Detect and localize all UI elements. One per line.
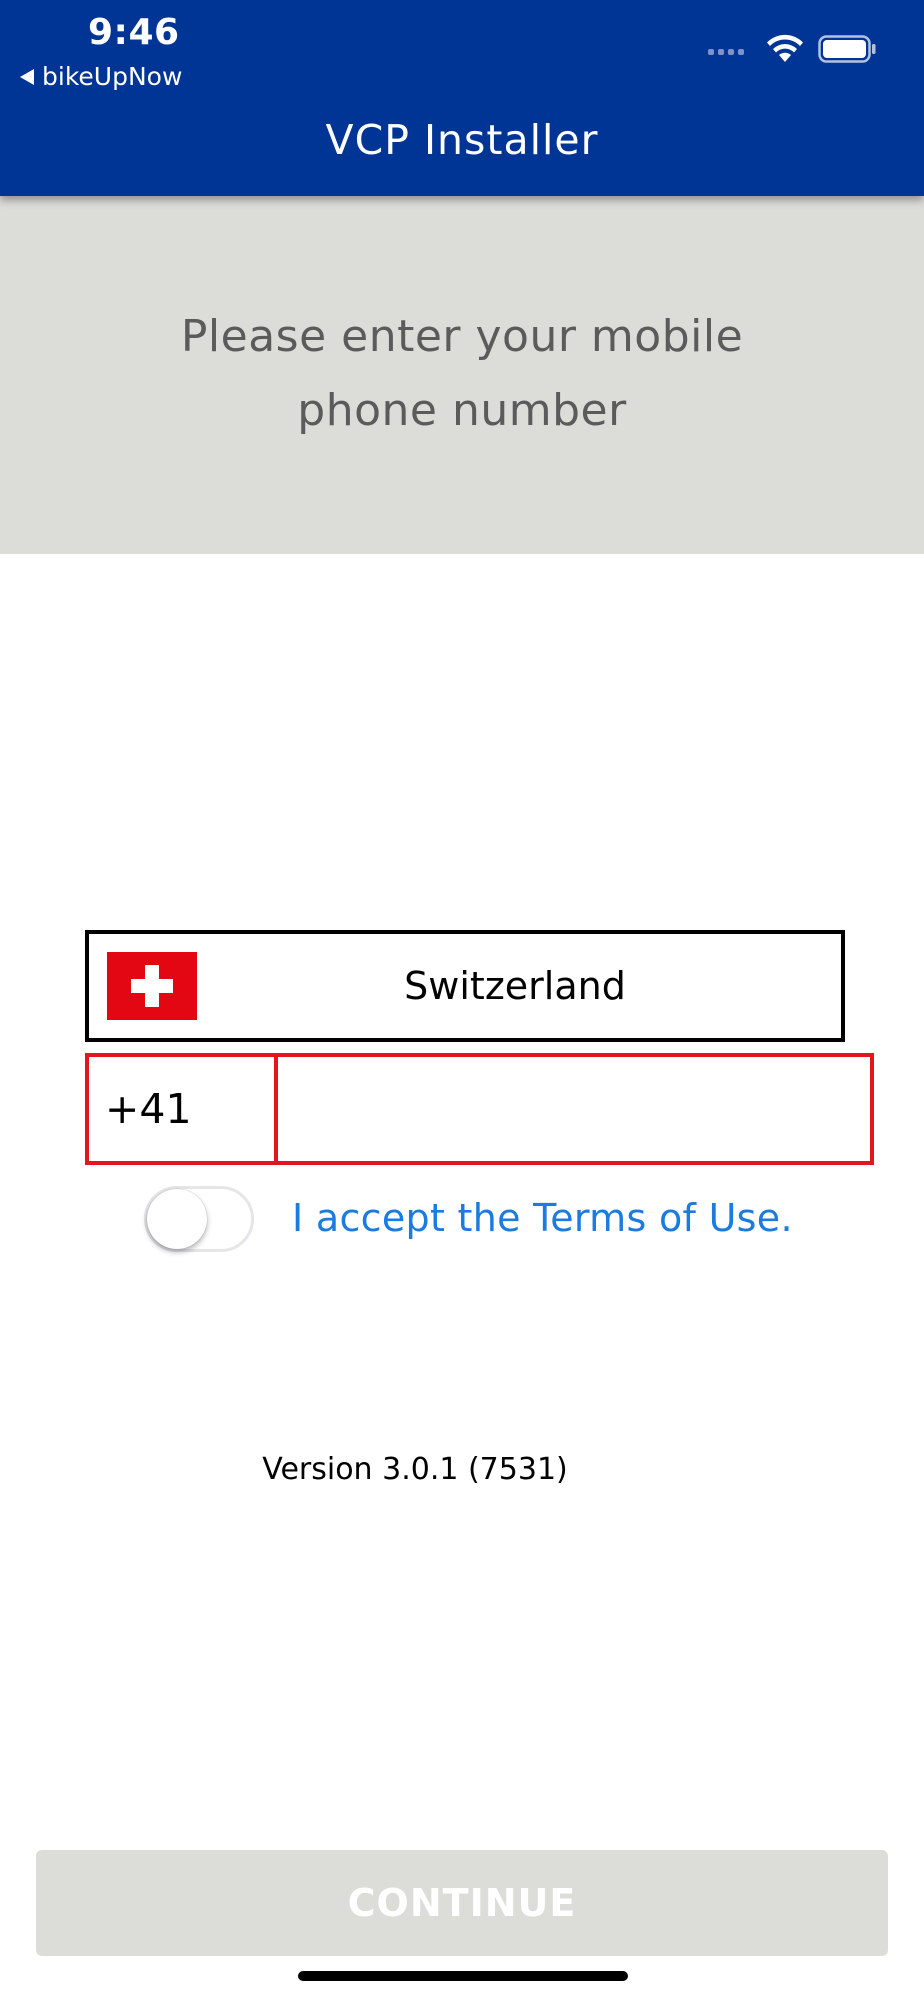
status-time: 9:46 [88,12,180,53]
battery-icon [818,35,876,63]
phone-number-input[interactable] [274,1053,874,1165]
home-indicator[interactable] [298,1971,628,1981]
status-icons [708,34,876,64]
country-name: Switzerland [404,964,626,1008]
instruction-banner: Please enter your mobile phone number [0,196,924,554]
back-arrow-icon [20,68,34,85]
page-title: VCP Installer [325,116,599,164]
country-selector[interactable]: Switzerland [85,930,845,1042]
back-app-label: bikeUpNow [42,62,183,91]
instruction-text: Please enter your mobile phone number [180,311,744,436]
continue-button[interactable]: CONTINUE [36,1850,888,1956]
flag-cross-horizontal [131,979,173,993]
terms-toggle[interactable] [144,1186,254,1252]
swiss-flag-icon [107,952,197,1020]
dial-code-value: +41 [105,1085,192,1133]
terms-of-use-link[interactable]: I accept the Terms of Use. [292,1190,793,1246]
version-label: Version 3.0.1 (7531) [262,1452,568,1487]
signal-icon [708,49,744,55]
back-to-app-button[interactable]: bikeUpNow [20,62,182,91]
toggle-knob [147,1189,207,1249]
dial-code-field[interactable]: +41 [85,1053,279,1165]
app-header: 9:46 bikeUpNow VCP Installer [0,0,924,196]
wifi-icon [767,34,803,62]
